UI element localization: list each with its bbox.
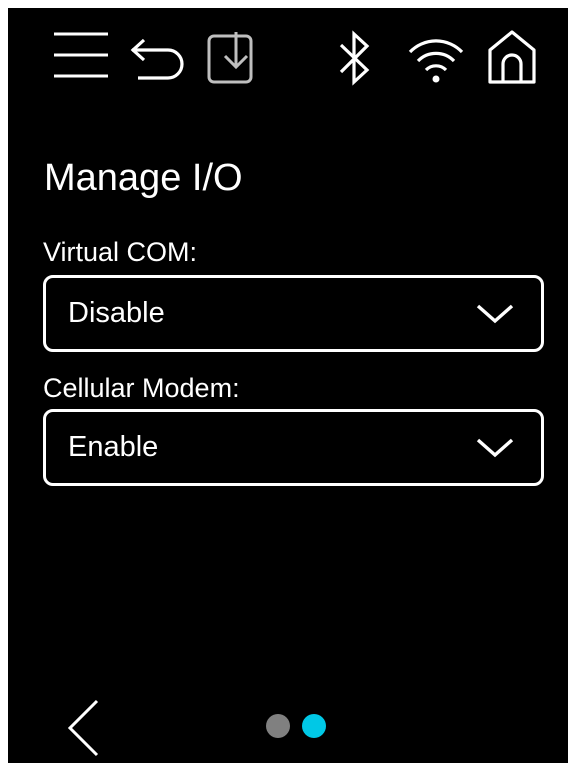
import-icon[interactable] bbox=[206, 28, 262, 86]
cellular-modem-value: Enable bbox=[68, 431, 159, 463]
page-dot-active[interactable] bbox=[302, 714, 326, 738]
chevron-left-icon bbox=[64, 699, 104, 762]
virtual-com-label: Virtual COM: bbox=[43, 237, 198, 267]
page-dot[interactable] bbox=[266, 714, 290, 738]
home-icon[interactable] bbox=[486, 28, 538, 86]
chevron-down-icon bbox=[475, 436, 515, 465]
back-button[interactable] bbox=[64, 698, 104, 763]
bluetooth-icon[interactable] bbox=[338, 30, 372, 88]
wifi-icon[interactable] bbox=[406, 34, 466, 86]
virtual-com-dropdown[interactable]: Disable bbox=[43, 275, 544, 352]
cellular-modem-label: Cellular Modem: bbox=[43, 373, 240, 403]
menu-icon[interactable] bbox=[52, 30, 110, 80]
chevron-down-icon bbox=[475, 302, 515, 331]
undo-icon[interactable] bbox=[128, 38, 192, 82]
page-title: Manage I/O bbox=[44, 157, 243, 199]
virtual-com-value: Disable bbox=[68, 297, 165, 329]
cellular-modem-dropdown[interactable]: Enable bbox=[43, 409, 544, 486]
page-indicator bbox=[266, 714, 326, 738]
device-screen: Manage I/O Virtual COM: Disable Cellular… bbox=[8, 8, 568, 763]
